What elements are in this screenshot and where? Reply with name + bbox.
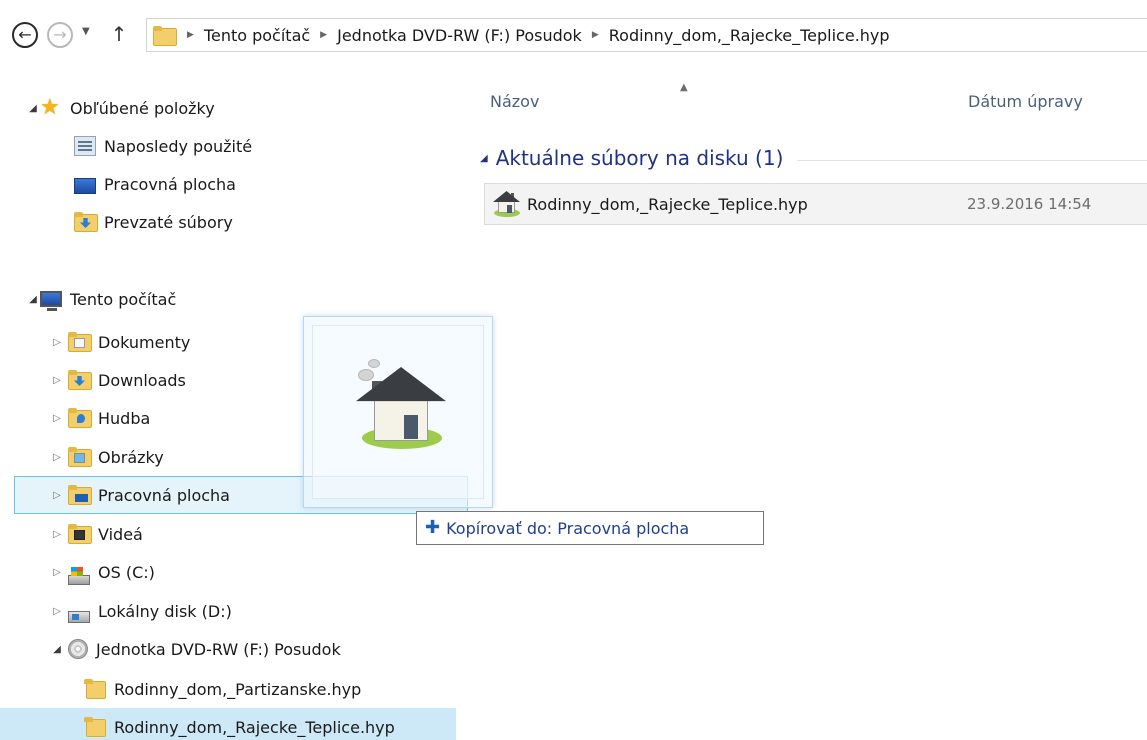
tree-item-label: Pracovná plocha bbox=[104, 174, 236, 194]
collapsed-arrow-icon[interactable]: ▷ bbox=[50, 452, 64, 463]
breadcrumb-separator-icon[interactable]: ▶ bbox=[187, 30, 194, 40]
expanded-arrow-icon[interactable]: ◢ bbox=[26, 294, 40, 305]
group-divider bbox=[797, 159, 1147, 161]
expanded-arrow-icon[interactable]: ◢ bbox=[480, 153, 488, 164]
tree-item-label: Lokálny disk (D:) bbox=[98, 601, 232, 621]
tree-item-dvd-drive[interactable]: ◢ Jednotka DVD-RW (F:) Posudok bbox=[0, 630, 456, 668]
back-button[interactable]: ← bbox=[12, 22, 38, 48]
tree-item-downloads-favorite[interactable]: Prevzaté súbory bbox=[0, 203, 456, 241]
folder-icon bbox=[84, 717, 106, 737]
column-header-label: Názov bbox=[490, 91, 540, 111]
breadcrumb-current-folder[interactable]: Rodinny_dom,_Rajecke_Teplice.hyp bbox=[609, 26, 890, 45]
breadcrumb-separator-icon[interactable]: ▶ bbox=[592, 30, 599, 40]
expanded-arrow-icon[interactable]: ◢ bbox=[50, 644, 64, 655]
tree-item-label: Rodinny_dom,_Rajecke_Teplice.hyp bbox=[114, 717, 395, 737]
column-header-name[interactable]: Názov bbox=[490, 84, 960, 118]
file-row[interactable]: Rodinny_dom,_Rajecke_Teplice.hyp 23.9.20… bbox=[484, 183, 1147, 225]
videos-folder-icon bbox=[68, 524, 92, 544]
arrow-up-icon: ↑ bbox=[110, 22, 128, 46]
desktop-icon bbox=[74, 178, 96, 194]
collapsed-arrow-icon[interactable]: ▷ bbox=[50, 606, 64, 617]
column-header-date[interactable]: Dátum úpravy bbox=[968, 84, 1147, 118]
documents-folder-icon bbox=[68, 332, 92, 352]
arrow-left-icon: ← bbox=[18, 25, 32, 44]
forward-button[interactable]: → bbox=[47, 22, 73, 48]
tree-item-label: Dokumenty bbox=[98, 332, 191, 352]
file-name: Rodinny_dom,_Rajecke_Teplice.hyp bbox=[527, 194, 808, 214]
group-label: Aktuálne súbory na disku (1) bbox=[495, 146, 784, 170]
tree-item-label: Obľúbené položky bbox=[70, 98, 215, 118]
expanded-arrow-icon[interactable]: ◢ bbox=[26, 103, 40, 114]
tree-item-label: OS (C:) bbox=[98, 562, 155, 582]
up-button[interactable]: ↑ bbox=[109, 18, 129, 50]
tree-item-label: Obrázky bbox=[98, 447, 164, 467]
tree-item-label: Naposledy použité bbox=[104, 136, 253, 156]
sort-ascending-icon: ▲ bbox=[680, 82, 688, 93]
downloads-folder-icon bbox=[74, 212, 98, 232]
downloads-folder-icon bbox=[68, 370, 92, 390]
system-drive-icon bbox=[68, 567, 90, 585]
tree-item-favorites[interactable]: ◢ ★ Obľúbené položky bbox=[0, 89, 456, 127]
breadcrumb-separator-icon[interactable]: ▶ bbox=[320, 30, 327, 40]
arrow-right-icon: → bbox=[53, 25, 67, 44]
tree-item-favorites-desktop[interactable]: Pracovná plocha bbox=[0, 165, 456, 203]
tree-item-label: Jednotka DVD-RW (F:) Posudok bbox=[96, 639, 341, 659]
file-group-header[interactable]: ◢ Aktuálne súbory na disku (1) bbox=[480, 140, 1147, 176]
collapsed-arrow-icon[interactable]: ▷ bbox=[50, 529, 64, 540]
tree-item-label: Pracovná plocha bbox=[98, 485, 230, 505]
folder-icon bbox=[84, 679, 106, 699]
tree-item-label: Prevzaté súbory bbox=[104, 212, 233, 232]
breadcrumb-this-pc[interactable]: Tento počítač bbox=[204, 26, 310, 45]
breadcrumb-dvd-drive[interactable]: Jednotka DVD-RW (F:) Posudok bbox=[337, 26, 582, 45]
star-icon: ★ bbox=[40, 95, 60, 120]
local-drive-icon bbox=[68, 611, 90, 623]
dvd-disc-icon bbox=[68, 639, 88, 659]
hyp-file-icon bbox=[491, 189, 521, 219]
tree-item-label: Rodinny_dom,_Partizanske.hyp bbox=[114, 679, 362, 699]
drag-preview bbox=[303, 316, 493, 508]
tree-item-drive-d[interactable]: ▷ Lokálny disk (D:) bbox=[0, 592, 456, 630]
pictures-folder-icon bbox=[68, 447, 92, 467]
tree-item-videos[interactable]: ▷ Videá bbox=[0, 515, 456, 553]
tree-item-label: Videá bbox=[98, 524, 143, 544]
tree-item-label: Downloads bbox=[98, 370, 186, 390]
house-icon bbox=[352, 359, 448, 457]
computer-icon bbox=[40, 291, 62, 311]
column-header-label: Dátum úpravy bbox=[968, 91, 1083, 111]
music-folder-icon bbox=[68, 408, 92, 428]
recent-places-icon bbox=[74, 136, 96, 156]
tree-item-recent-places[interactable]: Naposledy použité bbox=[0, 127, 456, 165]
address-toolbar: ← → ▼ ↑ ▶ Tento počítač ▶ Jednotka DVD-R… bbox=[0, 0, 1147, 70]
recent-locations-dropdown[interactable]: ▼ bbox=[82, 26, 90, 37]
collapsed-arrow-icon[interactable]: ▷ bbox=[50, 490, 64, 501]
address-bar[interactable]: ▶ Tento počítač ▶ Jednotka DVD-RW (F:) P… bbox=[146, 18, 1147, 52]
drag-drop-tooltip: ✚ Kopírovať do: Pracovná plocha bbox=[416, 511, 764, 545]
collapsed-arrow-icon[interactable]: ▷ bbox=[50, 337, 64, 348]
file-modified-date: 23.9.2016 14:54 bbox=[967, 195, 1092, 213]
desktop-folder-icon bbox=[68, 485, 92, 505]
collapsed-arrow-icon[interactable]: ▷ bbox=[50, 567, 64, 578]
tree-item-label: Tento počítač bbox=[70, 289, 177, 309]
chevron-down-icon: ▼ bbox=[82, 26, 90, 37]
plus-icon: ✚ bbox=[425, 517, 441, 538]
tree-item-drive-c[interactable]: ▷ OS (C:) bbox=[0, 553, 456, 591]
tree-item-partizanske[interactable]: Rodinny_dom,_Partizanske.hyp bbox=[0, 670, 456, 708]
tree-item-rajecke-teplice[interactable]: Rodinny_dom,_Rajecke_Teplice.hyp bbox=[0, 708, 456, 740]
tree-item-this-pc[interactable]: ◢ Tento počítač bbox=[0, 280, 456, 318]
folder-icon bbox=[151, 24, 177, 46]
tooltip-text: Kopírovať do: Pracovná plocha bbox=[446, 518, 690, 538]
tree-item-label: Hudba bbox=[98, 408, 151, 428]
collapsed-arrow-icon[interactable]: ▷ bbox=[50, 413, 64, 424]
collapsed-arrow-icon[interactable]: ▷ bbox=[50, 375, 64, 386]
